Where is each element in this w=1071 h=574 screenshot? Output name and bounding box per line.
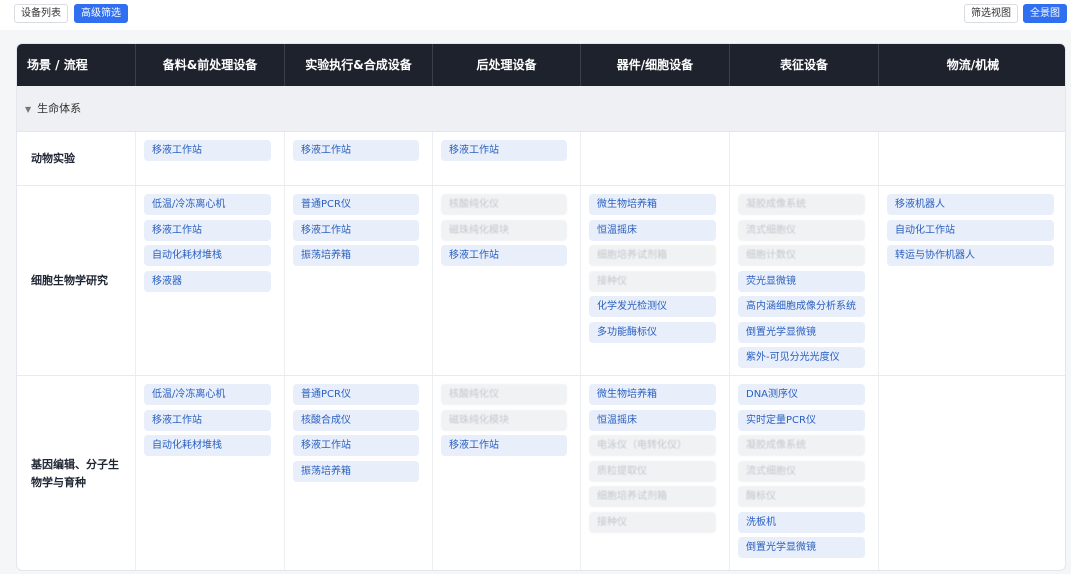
column-header: 器件/细胞设备 [580,44,729,86]
device-chip[interactable]: 移液工作站 [144,409,271,431]
device-chip[interactable]: 质粒提取仪 [589,460,716,482]
device-chip[interactable]: 凝胶成像系统 [738,435,865,456]
table-cell: 移液工作站 [135,132,284,185]
device-chip[interactable]: 接种仪 [589,511,716,533]
device-chip[interactable]: 自动化工作站 [887,219,1054,241]
group-label[interactable]: ▼ 生命体系 [25,86,81,132]
column-header: 备料&前处理设备 [135,44,284,86]
row-label: 细胞生物学研究 [31,274,108,287]
caret-down-icon[interactable]: ▼ [25,87,31,133]
row-label-cell: 动物实验 [17,132,135,185]
device-chip[interactable]: 恒温摇床 [589,409,716,431]
device-chip[interactable]: 细胞培养试剂箱 [589,245,716,266]
table-cell [580,132,729,185]
full-view-button[interactable]: 全景图 [1023,4,1067,23]
table-row: 细胞生物学研究 低温/冷冻离心机 移液工作站 自动化耗材堆栈 移液器 普通PCR仪 移液工作… [17,186,1065,376]
device-chip[interactable]: 移液工作站 [441,435,567,456]
column-header: 表征设备 [729,44,878,86]
device-chip[interactable]: 细胞培养试剂箱 [589,486,716,507]
row-label: 动物实验 [31,152,75,165]
table-cell: 低温/冷冻离心机 移液工作站自动化耗材堆栈 [135,376,284,570]
row-label: 基因编辑、分子生物学与育种 [31,458,119,489]
device-chip[interactable]: 移液工作站 [441,140,567,161]
device-chip[interactable]: 多功能酶标仪 [589,321,716,343]
device-chip[interactable]: 移液工作站 [144,219,271,241]
device-chip[interactable]: 移液器 [144,270,271,292]
table-cell: 移液工作站 [432,132,580,185]
device-chip[interactable]: 凝胶成像系统 [738,194,865,215]
device-chip[interactable]: 洗板机 [738,511,865,533]
device-chip[interactable]: 磁珠纯化模块 [441,219,567,241]
device-chip[interactable]: DNA测序仪 [738,384,865,405]
device-chip[interactable]: 移液工作站 [441,245,567,266]
device-chip[interactable]: 振荡培养箱 [293,460,419,482]
device-chip[interactable]: 细胞计数仪 [738,245,865,266]
device-chip[interactable]: 恒温摇床 [589,219,716,241]
column-header: 后处理设备 [432,44,580,86]
table-cell: 核酸纯化仪磁珠纯化模块 移液工作站 [432,186,580,375]
device-chip[interactable]: 核酸合成仪 [293,409,419,431]
device-chip[interactable]: 移液工作站 [293,435,419,456]
device-chip[interactable]: 低温/冷冻离心机 [144,194,271,215]
device-chip[interactable]: 转运与协作机器人 [887,245,1054,266]
device-chip[interactable]: 移液机器人 [887,194,1054,215]
table-row: 动物实验 移液工作站 移液工作站 移液工作站 [17,132,1065,186]
table-row: 基因编辑、分子生物学与育种 低温/冷冻离心机 移液工作站 自动化耗材堆栈 普通PCR仪核… [17,376,1065,570]
device-chip[interactable]: 普通PCR仪 [293,384,419,405]
row-label-cell: 基因编辑、分子生物学与育种 [17,376,135,570]
device-chip[interactable]: 实时定量PCR仪 [738,409,865,431]
device-chip[interactable]: 流式细胞仪 [738,460,865,482]
device-chip[interactable]: 自动化耗材堆栈 [144,245,271,266]
table-cell: 普通PCR仪 核酸合成仪移液工作站振荡培养箱 [284,376,432,570]
device-list-button[interactable]: 设备列表 [14,4,68,23]
device-chip[interactable]: 荧光显微镜 [738,270,865,292]
table-cell: 微生物培养箱 恒温摇床电泳仪（电转化仪） 质粒提取仪细胞培养试剂箱 接种仪 [580,376,729,570]
device-chip[interactable]: 接种仪 [589,270,716,292]
device-chip[interactable]: 紫外-可见分光光度仪 [738,347,865,368]
device-chip[interactable]: 普通PCR仪 [293,194,419,215]
table-cell: 核酸纯化仪磁珠纯化模块 移液工作站 [432,376,580,570]
top-toolbar: 设备列表 高级筛选 筛选视图 全景图 [0,0,1071,30]
table-cell: 普通PCR仪 移液工作站振荡培养箱 [284,186,432,375]
group-label-text: 生命体系 [37,102,82,115]
table-cell [878,376,1065,570]
device-chip[interactable]: 化学发光检测仪 [589,296,716,317]
device-chip[interactable]: 微生物培养箱 [589,194,716,215]
device-chip[interactable]: 移液工作站 [144,140,271,161]
advanced-filter-button[interactable]: 高级筛选 [74,4,128,23]
device-chip[interactable]: 磁珠纯化模块 [441,409,567,431]
device-chip[interactable]: 高内涵细胞成像分析系统 [738,296,865,317]
table-cell: 低温/冷冻离心机 移液工作站自动化耗材堆栈 移液器 [135,186,284,375]
table-cell: DNA测序仪 实时定量PCR仪 凝胶成像系统 流式细胞仪酶标仪洗板机倒置光学显微镜 [729,376,878,570]
table-cell: 凝胶成像系统 流式细胞仪细胞计数仪荧光显微镜高内涵细胞成像分析系统 倒置光学显微镜紫… [729,186,878,375]
device-chip[interactable]: 移液工作站 [293,140,419,161]
table-cell: 微生物培养箱 恒温摇床细胞培养试剂箱 接种仪化学发光检测仪 多功能酶标仪 [580,186,729,375]
table-header: 场景 / 流程 备料&前处理设备 实验执行&合成设备 后处理设备 器件/细胞设备 表征设备… [17,44,1065,86]
device-chip[interactable]: 自动化耗材堆栈 [144,435,271,456]
table-cell [729,132,878,185]
column-header: 场景 / 流程 [27,58,88,72]
device-chip[interactable]: 流式细胞仪 [738,219,865,241]
device-chip[interactable]: 倒置光学显微镜 [738,321,865,343]
column-header: 实验执行&合成设备 [284,44,432,86]
table-cell: 移液机器人自动化工作站 转运与协作机器人 [878,186,1065,375]
group-row[interactable]: ▼ 生命体系 [17,86,1065,132]
table-cell: 移液工作站 [284,132,432,185]
device-chip[interactable]: 核酸纯化仪 [441,384,567,405]
device-matrix-table: 场景 / 流程 备料&前处理设备 实验执行&合成设备 后处理设备 器件/细胞设备 表征设备… [16,43,1066,571]
device-chip[interactable]: 振荡培养箱 [293,245,419,266]
column-header: 物流/机械 [878,44,1065,86]
device-chip[interactable]: 倒置光学显微镜 [738,537,865,558]
device-chip[interactable]: 微生物培养箱 [589,384,716,405]
device-chip[interactable]: 移液工作站 [293,219,419,241]
device-chip[interactable]: 核酸纯化仪 [441,194,567,215]
device-chip[interactable]: 低温/冷冻离心机 [144,384,271,405]
device-chip[interactable]: 电泳仪（电转化仪） [589,435,716,456]
filter-view-button[interactable]: 筛选视图 [964,4,1018,23]
device-chip[interactable]: 酶标仪 [738,486,865,507]
table-cell [878,132,1065,185]
row-label-cell: 细胞生物学研究 [17,186,135,375]
